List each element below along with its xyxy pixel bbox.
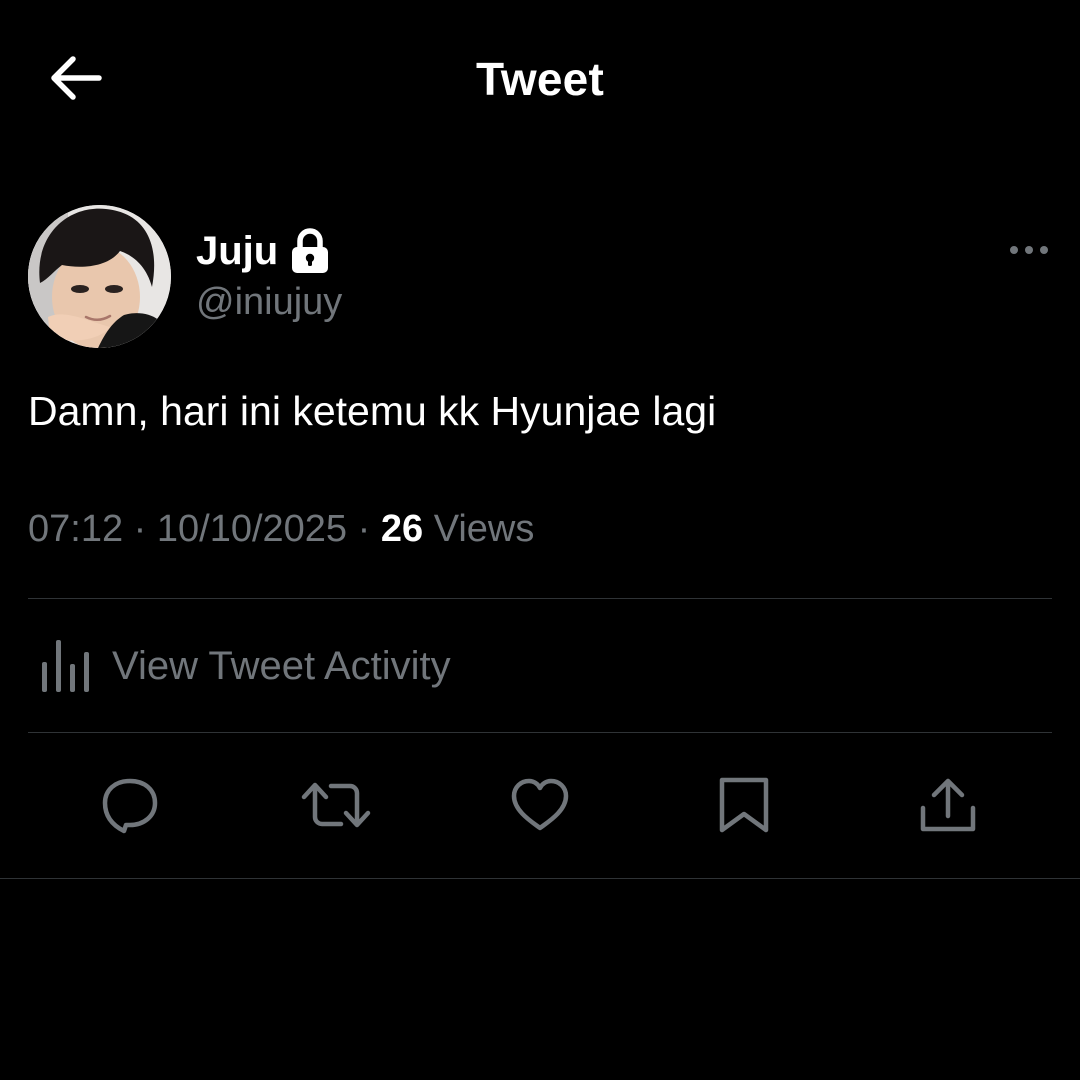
avatar-photo (28, 205, 171, 348)
meta-separator: · (133, 508, 147, 550)
tweet-text: Damn, hari ini ketemu kk Hyunjae lagi (28, 388, 717, 434)
avatar[interactable] (28, 205, 171, 348)
reply-button[interactable] (90, 770, 170, 840)
lock-icon (290, 228, 330, 274)
divider (28, 598, 1052, 599)
views-label: Views (433, 508, 535, 550)
divider (0, 878, 1080, 879)
tweet-author: Juju @iniujuy (28, 205, 1052, 350)
tweet-actions-bar (0, 740, 1080, 878)
user-handle[interactable]: @iniujuy (196, 281, 342, 324)
reply-icon (102, 778, 158, 834)
top-bar: Tweet (0, 0, 1080, 158)
more-options-button[interactable] (1004, 235, 1054, 265)
bookmark-icon (719, 777, 769, 833)
tweet-metadata: 07:12 · 10/10/2025 · 26 Views (28, 508, 534, 551)
meta-separator: · (357, 508, 371, 550)
bar-chart-icon (34, 634, 98, 698)
author-names: Juju @iniujuy (196, 223, 342, 324)
share-icon (920, 778, 976, 832)
activity-label: View Tweet Activity (112, 643, 451, 688)
share-button[interactable] (908, 770, 988, 840)
display-name[interactable]: Juju (196, 229, 278, 274)
views-count: 26 (380, 508, 424, 550)
view-tweet-activity-button[interactable]: View Tweet Activity (28, 600, 1052, 732)
retweet-button[interactable] (296, 770, 376, 840)
bookmark-button[interactable] (704, 770, 784, 840)
like-button[interactable] (500, 770, 580, 840)
page-title: Tweet (476, 53, 604, 105)
display-name-row: Juju (196, 223, 342, 279)
heart-icon (511, 778, 569, 831)
more-horizontal-icon (1010, 246, 1048, 254)
divider (28, 732, 1052, 733)
tweet-date: 10/10/2025 (156, 508, 348, 550)
retweet-icon (301, 782, 371, 828)
tweet-time: 07:12 (28, 508, 124, 550)
